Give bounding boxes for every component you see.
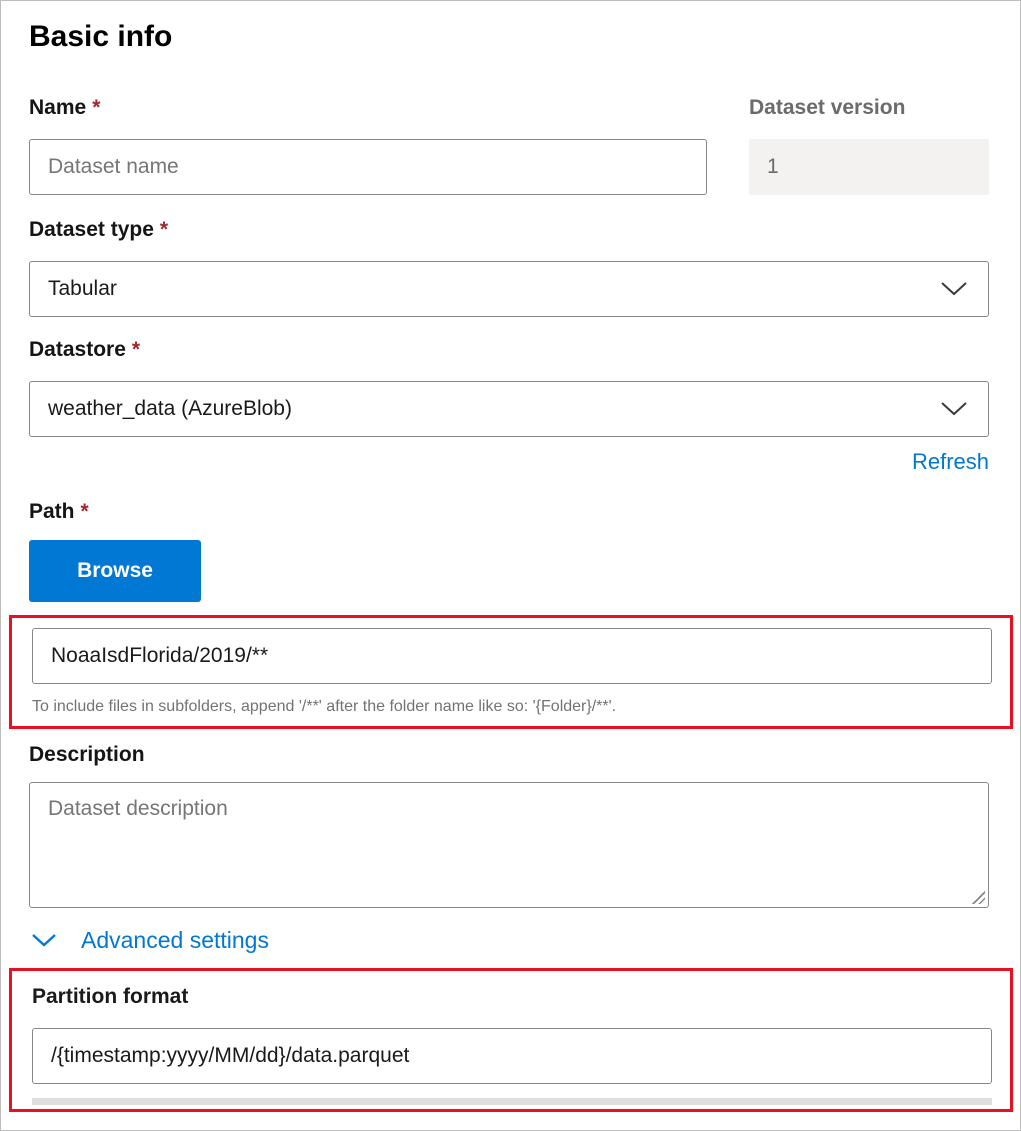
chevron-down-icon — [940, 281, 968, 297]
cropped-next-element-edge — [32, 1098, 992, 1105]
dataset-type-selected-value: Tabular — [48, 277, 117, 301]
required-asterisk: * — [92, 96, 100, 119]
chevron-down-icon — [940, 401, 968, 417]
browse-button[interactable]: Browse — [29, 540, 201, 602]
datastore-label: Datastore* — [29, 336, 989, 364]
description-label: Description — [29, 741, 989, 769]
datastore-selected-value: weather_data (AzureBlob) — [48, 397, 292, 421]
path-help-text: To include files in subfolders, append '… — [32, 696, 992, 718]
version-field-group: Dataset version 1 — [749, 94, 989, 195]
path-annotation-box: To include files in subfolders, append '… — [9, 615, 1013, 729]
required-asterisk: * — [132, 338, 140, 361]
path-label: Path* — [29, 498, 989, 526]
refresh-link[interactable]: Refresh — [912, 449, 989, 474]
page-title: Basic info — [29, 18, 989, 56]
name-label: Name* — [29, 94, 707, 122]
dataset-version-value: 1 — [749, 139, 989, 195]
name-version-row: Name* Dataset version 1 — [29, 94, 989, 195]
datastore-dropdown[interactable]: weather_data (AzureBlob) — [29, 381, 989, 437]
path-input[interactable] — [32, 628, 992, 684]
refresh-row: Refresh — [29, 448, 989, 476]
name-field-group: Name* — [29, 94, 707, 195]
required-asterisk: * — [81, 500, 89, 523]
partition-format-label: Partition format — [32, 983, 992, 1011]
description-textarea[interactable] — [29, 782, 989, 908]
required-asterisk: * — [160, 218, 168, 241]
advanced-settings-label: Advanced settings — [81, 927, 269, 954]
basic-info-form: Basic info Name* Dataset version 1 Datas… — [1, 1, 1020, 1112]
dataset-type-dropdown[interactable]: Tabular — [29, 261, 989, 317]
dataset-name-input[interactable] — [29, 139, 707, 195]
chevron-down-icon — [31, 933, 57, 948]
description-field-wrap — [29, 782, 989, 908]
dataset-type-label: Dataset type* — [29, 216, 989, 244]
advanced-settings-toggle[interactable]: Advanced settings — [29, 925, 269, 955]
partition-format-input[interactable] — [32, 1028, 992, 1084]
dataset-version-label: Dataset version — [749, 94, 989, 122]
partition-format-annotation-box: Partition format — [9, 968, 1013, 1112]
